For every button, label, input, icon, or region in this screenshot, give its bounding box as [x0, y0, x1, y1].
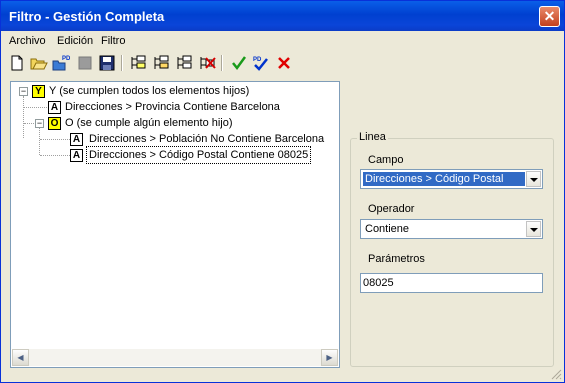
scroll-right-button[interactable]: ▶: [321, 349, 338, 366]
operador-label: Operador: [368, 203, 415, 215]
tree-connector: [24, 123, 34, 125]
chevron-down-icon[interactable]: [526, 221, 541, 237]
pd-check-icon[interactable]: PD: [252, 54, 270, 72]
menu-archivo[interactable]: Archivo: [9, 35, 46, 47]
filter-window: Filtro - Gestión Completa ✕ Archivo Edic…: [0, 0, 565, 383]
menu-filtro[interactable]: Filtro: [101, 35, 125, 47]
tree-connector: [39, 128, 41, 155]
tree-node-label: Direcciones > Provincia Contiene Barcelo…: [65, 101, 280, 113]
a-node-edit-icon: A: [70, 149, 83, 162]
linea-group: Linea Campo Direcciones > Código Postal …: [350, 131, 554, 367]
tree-connector: [40, 139, 70, 141]
operador-select[interactable]: Contiene: [360, 219, 543, 239]
disabled-icon: [76, 54, 94, 72]
a-node-icon: A: [70, 133, 83, 146]
scroll-left-button[interactable]: ◀: [12, 349, 29, 366]
open-folder-icon[interactable]: [30, 54, 48, 72]
campo-select[interactable]: Direcciones > Código Postal: [360, 169, 543, 189]
toolbar-separator: [121, 55, 123, 71]
add-y-node-icon[interactable]: [129, 54, 147, 72]
check-icon[interactable]: [230, 54, 248, 72]
svg-text:PD: PD: [62, 56, 70, 62]
horizontal-scrollbar[interactable]: ◀ ▶: [12, 349, 338, 366]
open-pd-icon[interactable]: PD: [52, 54, 70, 72]
filter-tree[interactable]: − Y Y (se cumplen todos los elementos hi…: [10, 81, 340, 368]
tree-connector: [24, 107, 47, 109]
a-node-icon: A: [48, 101, 61, 114]
title-bar[interactable]: Filtro - Gestión Completa ✕: [1, 1, 564, 31]
campo-value: Direcciones > Código Postal: [363, 172, 525, 186]
y-node-icon: Y: [32, 85, 45, 98]
add-o-node-icon[interactable]: [152, 54, 170, 72]
o-collapse-toggle[interactable]: −: [35, 119, 44, 128]
root-collapse-toggle[interactable]: −: [19, 87, 28, 96]
resize-grip-icon[interactable]: [550, 368, 562, 380]
parametros-label: Parámetros: [368, 253, 425, 265]
toolbar: PD PD: [1, 51, 564, 75]
new-file-icon[interactable]: [8, 54, 26, 72]
tree-node-label: Direcciones > Población No Contiene Barc…: [89, 133, 325, 145]
menu-bar: Archivo Edición Filtro: [1, 32, 564, 51]
parametros-input[interactable]: 08025: [360, 273, 543, 293]
tree-node-label: Direcciones > Código Postal Contiene 080…: [85, 146, 312, 164]
delete-node-icon[interactable]: [198, 54, 216, 72]
campo-label: Campo: [368, 154, 404, 166]
menu-edicion[interactable]: Edición: [57, 35, 93, 47]
o-node-icon: O: [48, 117, 61, 130]
cancel-icon[interactable]: [275, 54, 293, 72]
operador-value: Contiene: [365, 223, 410, 235]
group-legend: Linea: [357, 131, 388, 143]
svg-text:PD: PD: [253, 57, 262, 63]
tree-node-label: Y (se cumplen todos los elementos hijos): [49, 85, 250, 97]
add-a-node-icon[interactable]: [175, 54, 193, 72]
close-button[interactable]: ✕: [539, 6, 560, 27]
save-icon[interactable]: [98, 54, 116, 72]
tree-connector: [23, 96, 25, 138]
tree-node-label: O (se cumple algún elemento hijo): [65, 117, 233, 129]
toolbar-separator: [221, 55, 223, 71]
tree-connector: [40, 155, 70, 157]
window-title: Filtro - Gestión Completa: [9, 9, 165, 24]
chevron-down-icon[interactable]: [526, 171, 541, 187]
